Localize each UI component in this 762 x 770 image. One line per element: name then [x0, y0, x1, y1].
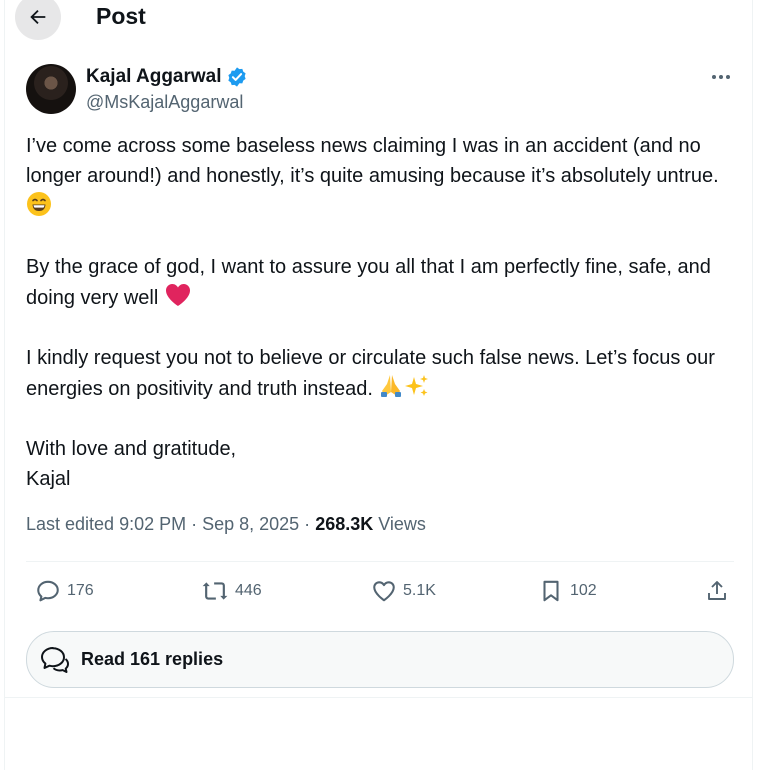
arrow-left-icon	[30, 9, 46, 25]
author-name-text: Kajal Aggarwal	[86, 66, 222, 87]
red-heart-emoji-icon	[165, 284, 190, 306]
views-label: Views	[373, 514, 426, 534]
conversation-icon	[41, 646, 69, 673]
reply-button[interactable]: 176	[35, 578, 94, 604]
read-replies-label: Read 161 replies	[81, 649, 224, 669]
read-replies-button[interactable]: Read 161 replies	[26, 631, 734, 688]
tweet-paragraph: I’ve come across some baseless news clai…	[26, 131, 736, 222]
more-options-icon[interactable]	[709, 67, 733, 87]
post-meta: Last edited 9:02 PM · Sep 8, 2025 · 268.…	[26, 514, 426, 535]
divider	[26, 561, 734, 562]
page-title: Post	[96, 3, 146, 29]
sparkles-emoji-icon	[405, 375, 429, 396]
divider	[5, 697, 752, 698]
share-button[interactable]	[705, 578, 729, 604]
share-icon	[708, 581, 726, 600]
action-bar: 176 446 5.1K 102	[26, 568, 734, 616]
folded-hands-emoji-icon	[381, 375, 402, 397]
views-count: 268.3K	[315, 514, 374, 534]
grinning-face-emoji-icon	[27, 192, 51, 216]
back-button[interactable]	[15, 0, 61, 40]
repost-button[interactable]: 446	[201, 578, 262, 604]
repost-icon	[202, 582, 228, 600]
reply-count: 176	[67, 582, 94, 599]
like-button[interactable]: 5.1K	[371, 578, 436, 604]
heart-icon	[373, 581, 395, 602]
post-column: Post Kajal Aggarwal @MsKajalAggarwal I’v…	[4, 0, 753, 770]
tweet-paragraph: I kindly request you not to believe or c…	[26, 347, 715, 400]
bookmark-button[interactable]: 102	[538, 578, 597, 604]
edited-timestamp[interactable]: Last edited 9:02 PM · Sep 8, 2025 ·	[26, 514, 315, 534]
bookmark-count: 102	[570, 582, 597, 599]
like-count: 5.1K	[403, 582, 436, 599]
tweet-text: I’ve come across some baseless news clai…	[26, 131, 736, 494]
repost-count: 446	[235, 582, 262, 599]
tweet-paragraph: With love and gratitude, Kajal	[26, 438, 237, 490]
reply-icon	[37, 580, 59, 602]
tweet-paragraph: By the grace of god, I want to assure yo…	[26, 256, 711, 309]
avatar[interactable]	[26, 64, 76, 114]
author-name[interactable]: Kajal Aggarwal	[86, 66, 248, 88]
author-handle[interactable]: @MsKajalAggarwal	[86, 92, 243, 113]
verified-badge-icon[interactable]	[226, 66, 248, 88]
bookmark-icon	[543, 580, 559, 602]
header: Post	[5, 0, 752, 40]
